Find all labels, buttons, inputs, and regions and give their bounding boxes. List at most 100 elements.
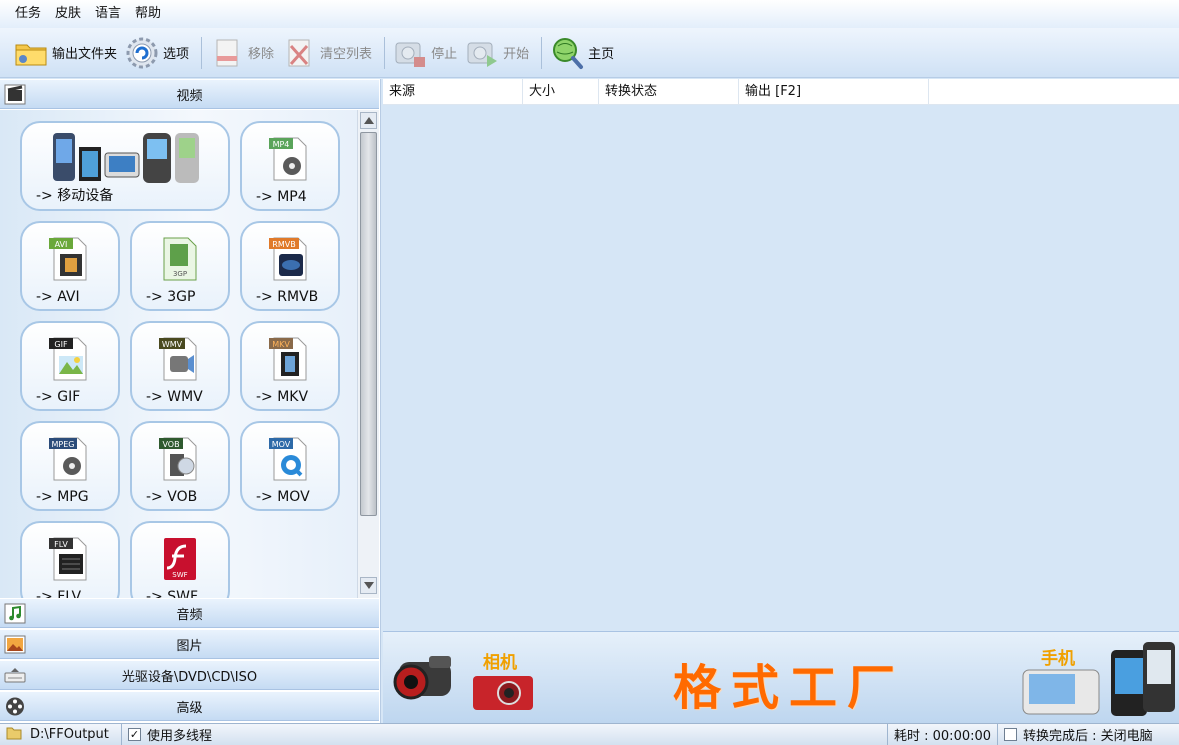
tile-mov[interactable]: MOV -> MOV	[240, 421, 340, 511]
remove-label: 移除	[248, 47, 275, 62]
toolbar-separator	[384, 36, 386, 69]
elapsed-time: 耗时 : 00:00:00	[888, 723, 998, 745]
mpeg-file-icon: MPEG	[46, 433, 94, 483]
tile-label: -> MPG	[36, 489, 89, 505]
tile-mp4[interactable]: MP4 -> MP4	[240, 121, 340, 211]
picture-icon	[4, 634, 26, 655]
options-label: 选项	[163, 47, 190, 62]
start-icon	[465, 36, 499, 70]
badge-text: 3GP	[173, 270, 187, 278]
3gp-file-icon: 3GP	[156, 233, 204, 283]
rmvb-file-icon: RMVB	[266, 233, 314, 283]
category-rom-device-label: 光驱设备\DVD\CD\ISO	[121, 669, 258, 685]
tile-label: -> SWF	[146, 589, 199, 598]
tile-flv[interactable]: FLV -> FLV	[20, 521, 120, 598]
after-convert-checkbox[interactable]	[1004, 728, 1017, 741]
output-folder-label: 输出文件夹	[52, 47, 118, 62]
menu-skin[interactable]: 皮肤	[48, 3, 88, 25]
after-convert-label: 转换完成后 : 关闭电脑	[1023, 729, 1153, 744]
stop-button[interactable]: 停止	[391, 33, 463, 73]
multithread-checkbox[interactable]: ✓	[128, 728, 141, 741]
gif-file-icon: GIF	[46, 333, 94, 383]
home-label: 主页	[588, 47, 615, 62]
category-rom-device[interactable]: 光驱设备\DVD\CD\ISO	[0, 660, 379, 690]
tile-label: -> GIF	[36, 389, 81, 405]
tile-gif[interactable]: GIF -> GIF	[20, 321, 120, 411]
tile-mkv[interactable]: MKV -> MKV	[240, 321, 340, 411]
after-convert-option[interactable]: 转换完成后 : 关闭电脑	[998, 724, 1159, 745]
tile-wmv[interactable]: WMV -> WMV	[130, 321, 230, 411]
clear-list-label: 清空列表	[320, 47, 373, 62]
format-grid: -> 移动设备 MP4 -> MP4 AVI -> AVI 3GP -> 3GP…	[0, 110, 357, 598]
mobile-devices-icon	[45, 133, 205, 183]
wmv-file-icon: WMV	[156, 333, 204, 383]
category-video[interactable]: 视频	[0, 79, 379, 109]
badge-text: MOV	[272, 440, 291, 449]
category-audio[interactable]: 音频	[0, 598, 379, 628]
smartphones-icon	[1021, 640, 1177, 726]
column-status[interactable]: 转换状态	[599, 79, 739, 105]
camera-tag: 相机	[483, 653, 517, 673]
badge-text: VOB	[162, 440, 179, 449]
tile-avi[interactable]: AVI -> AVI	[20, 221, 120, 311]
toolbar-separator	[201, 36, 203, 69]
output-folder-button[interactable]: 输出文件夹	[12, 33, 123, 73]
options-button[interactable]: 选项	[123, 33, 195, 73]
optical-drive-icon	[4, 665, 26, 686]
tile-label: -> FLV	[36, 589, 82, 598]
flv-file-icon: FLV	[46, 533, 94, 583]
folder-icon	[14, 36, 48, 70]
tile-label: -> RMVB	[256, 289, 319, 305]
menu-language[interactable]: 语言	[88, 3, 128, 25]
file-list[interactable]: 来源 大小 转换状态 输出 [F2]	[383, 79, 1179, 631]
scroll-up-arrow-icon[interactable]	[360, 112, 377, 129]
tile-vob[interactable]: VOB -> VOB	[130, 421, 230, 511]
avi-file-icon: AVI	[46, 233, 94, 283]
scrollbar-thumb[interactable]	[360, 132, 377, 516]
folder-small-icon	[6, 726, 22, 744]
category-panel: 视频 -> 移动设备 MP4 -> MP4 AVI -> AVI 3GP -> …	[0, 79, 381, 723]
camcorder-icon	[385, 646, 465, 714]
start-button[interactable]: 开始	[463, 33, 535, 73]
tile-mpg[interactable]: MPEG -> MPG	[20, 421, 120, 511]
clear-list-button[interactable]: 清空列表	[280, 33, 378, 73]
home-button[interactable]: 主页	[548, 33, 620, 73]
badge-text: RMVB	[272, 240, 295, 249]
remove-button[interactable]: 移除	[208, 33, 280, 73]
scroll-down-arrow-icon[interactable]	[360, 577, 377, 594]
brand-banner: 相机 格式工厂 手机	[383, 631, 1179, 723]
banner-title: 格式工厂	[673, 660, 906, 716]
column-output[interactable]: 输出 [F2]	[739, 79, 929, 105]
tile-rmvb[interactable]: RMVB -> RMVB	[240, 221, 340, 311]
menu-help[interactable]: 帮助	[128, 3, 168, 25]
category-video-label: 视频	[176, 88, 203, 104]
badge-text: GIF	[54, 340, 68, 349]
badge-text: WMV	[162, 340, 183, 349]
status-bar: D:\FFOutput ✓ 使用多线程 耗时 : 00:00:00 转换完成后 …	[0, 723, 1179, 745]
category-advanced[interactable]: 高级	[0, 691, 379, 721]
menu-task[interactable]: 任务	[8, 3, 48, 25]
output-path-field[interactable]: D:\FFOutput	[0, 723, 122, 745]
tile-3gp[interactable]: 3GP -> 3GP	[130, 221, 230, 311]
stop-label: 停止	[431, 47, 458, 62]
format-grid-scrollbar[interactable]	[357, 110, 379, 598]
tile-label: -> MKV	[256, 389, 309, 405]
badge-text: MPEG	[52, 440, 75, 449]
category-audio-label: 音频	[176, 607, 203, 623]
category-advanced-label: 高级	[176, 700, 203, 716]
multithread-option[interactable]: ✓ 使用多线程	[122, 723, 888, 745]
badge-text: SWF	[172, 571, 187, 579]
mov-file-icon: MOV	[266, 433, 314, 483]
toolbar: 输出文件夹 选项 移除 清空列表 停止 开始 主页	[0, 28, 1179, 78]
column-size[interactable]: 大小	[523, 79, 599, 105]
magnifier-globe-icon	[550, 36, 584, 70]
tile-mobile-device[interactable]: -> 移动设备	[20, 121, 230, 211]
tile-label: -> 3GP	[146, 289, 196, 305]
category-picture[interactable]: 图片	[0, 629, 379, 659]
toolbar-separator	[541, 36, 543, 69]
column-source[interactable]: 来源	[383, 79, 523, 105]
tile-label: -> MOV	[256, 489, 310, 505]
badge-text: AVI	[55, 240, 68, 249]
tile-label: -> VOB	[146, 489, 198, 505]
tile-swf[interactable]: SWF -> SWF	[130, 521, 230, 598]
